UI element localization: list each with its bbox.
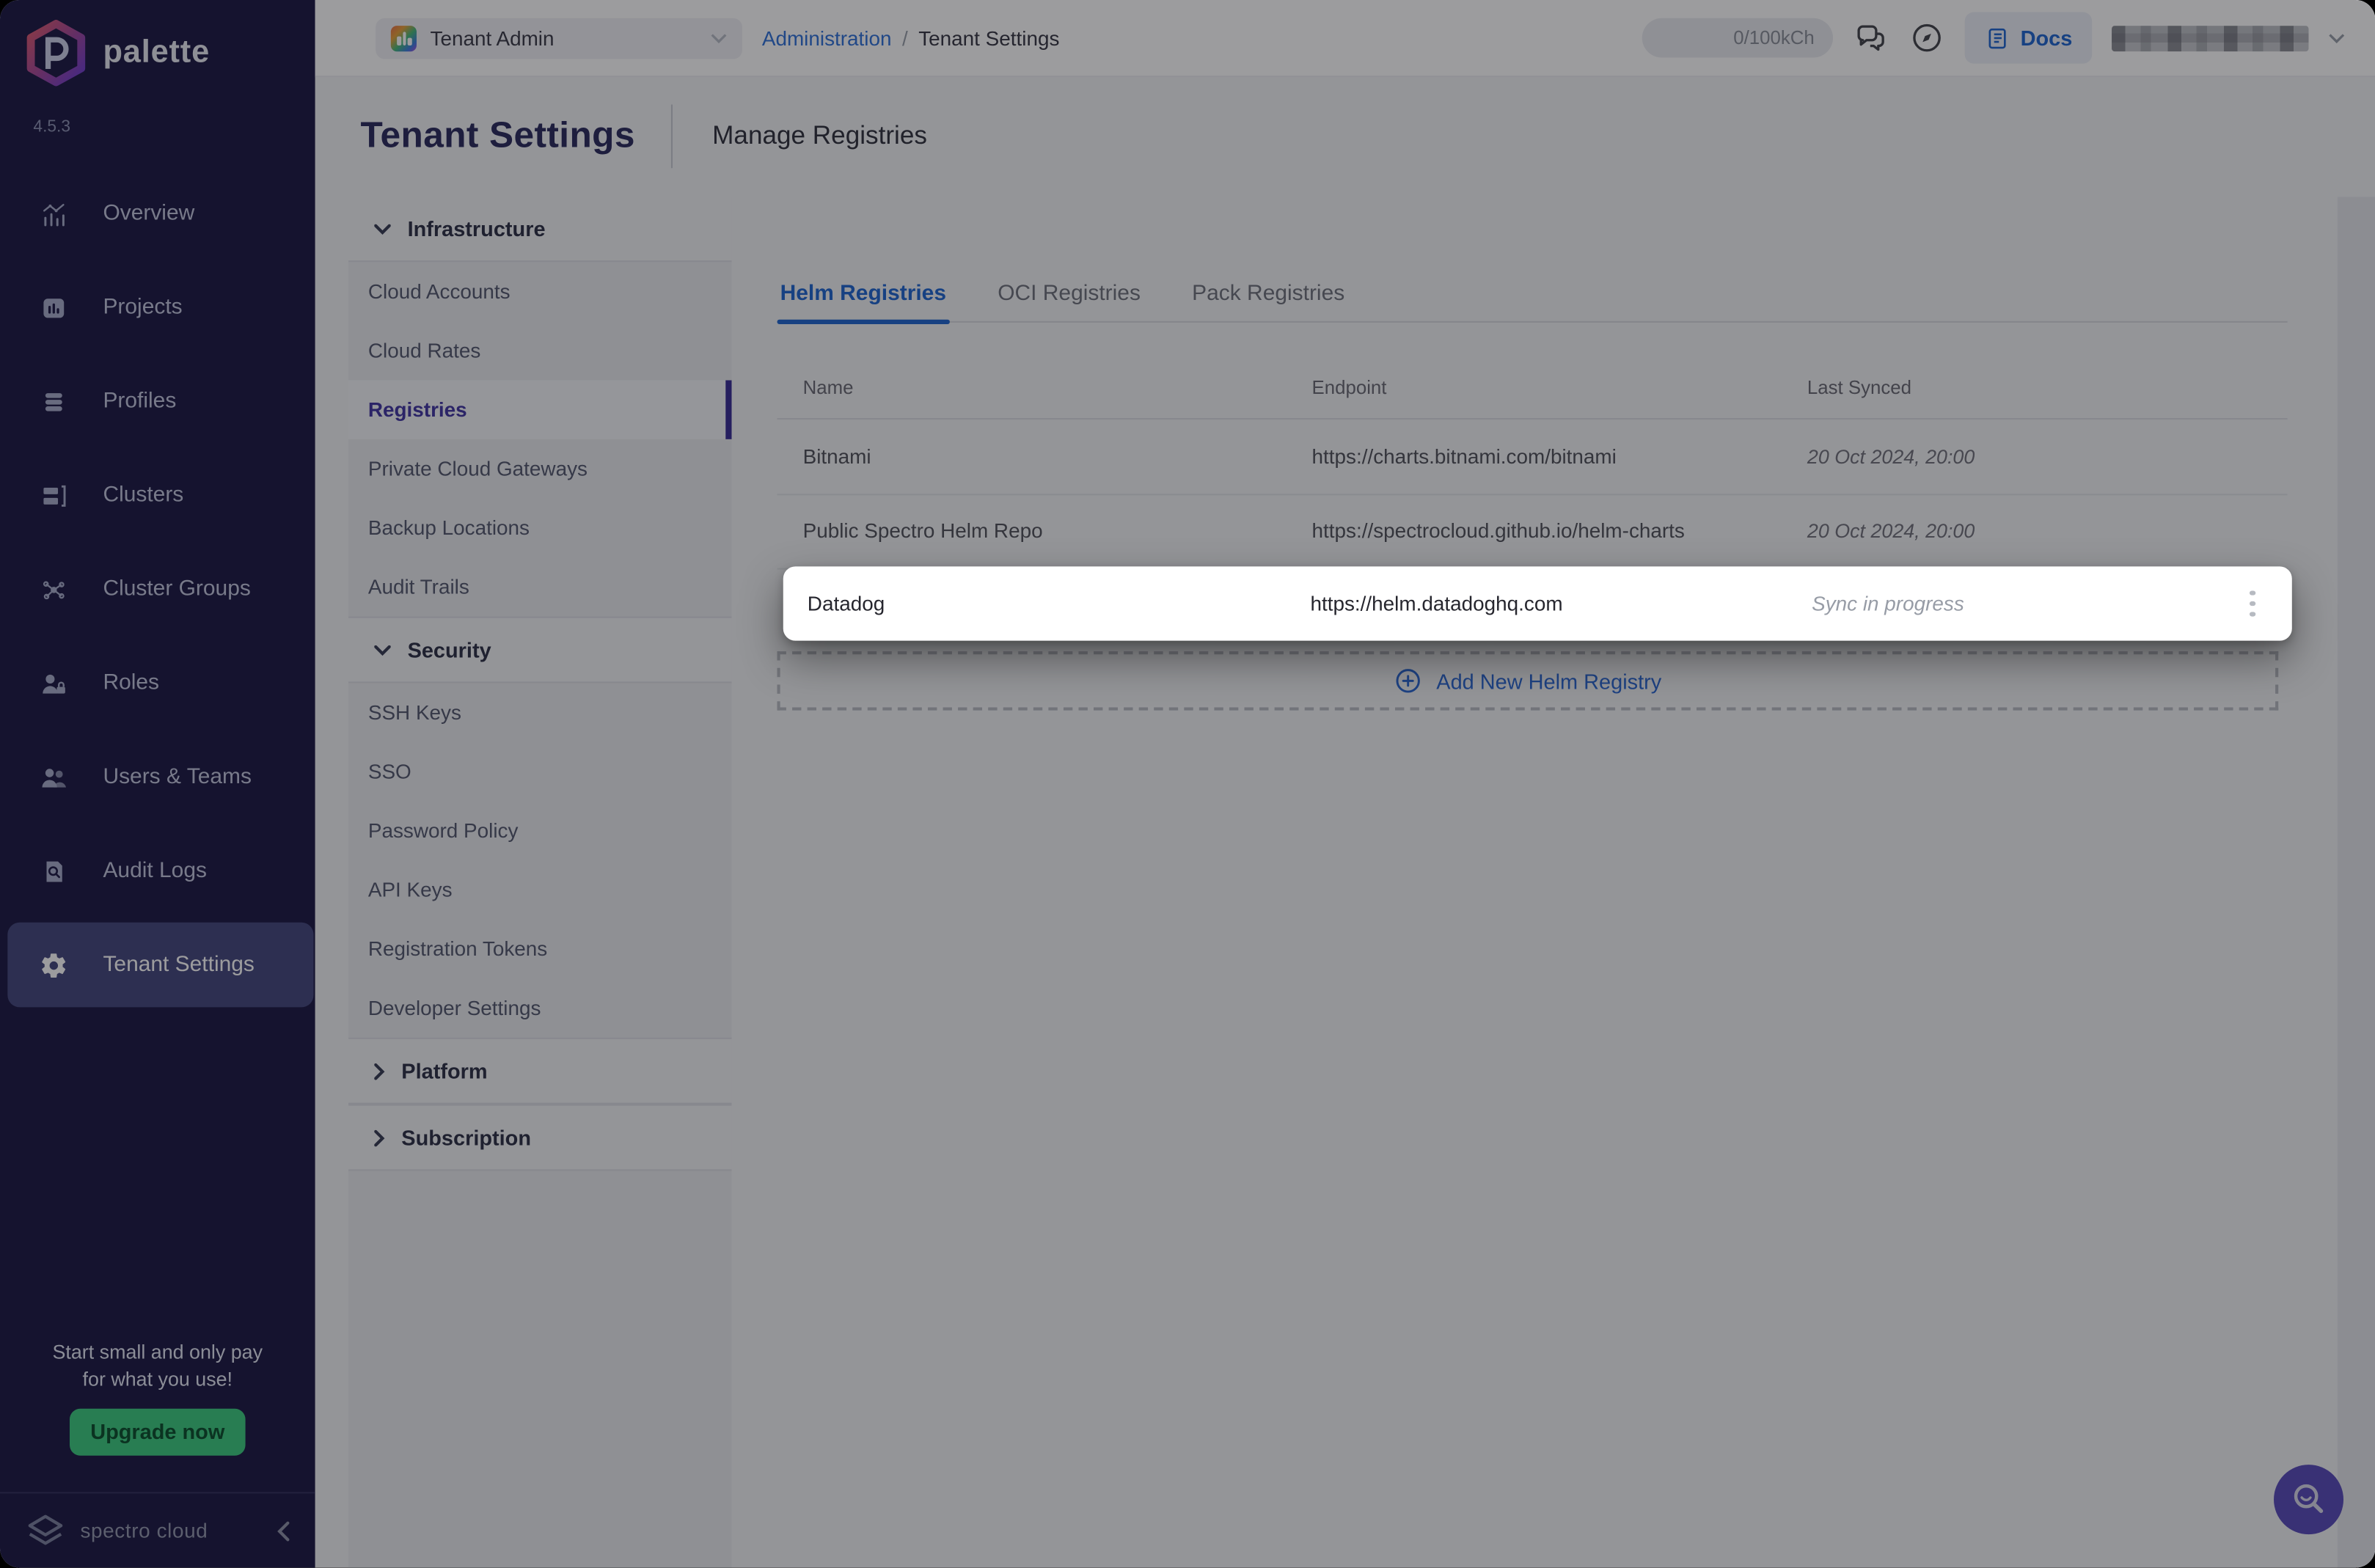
- registry-sync-status: Sync in progress: [1812, 593, 2237, 615]
- row-actions-kebab-icon[interactable]: [2237, 590, 2267, 617]
- registry-name: Datadog: [808, 593, 1311, 615]
- registry-endpoint: https://helm.datadoghq.com: [1310, 593, 1812, 615]
- table-row-datadog-spotlight[interactable]: Datadog https://helm.datadoghq.com Sync …: [783, 566, 2292, 640]
- tour-dim-overlay: [0, 0, 2375, 1568]
- app-window: palette 4.5.3 Overview Projects: [0, 0, 2375, 1568]
